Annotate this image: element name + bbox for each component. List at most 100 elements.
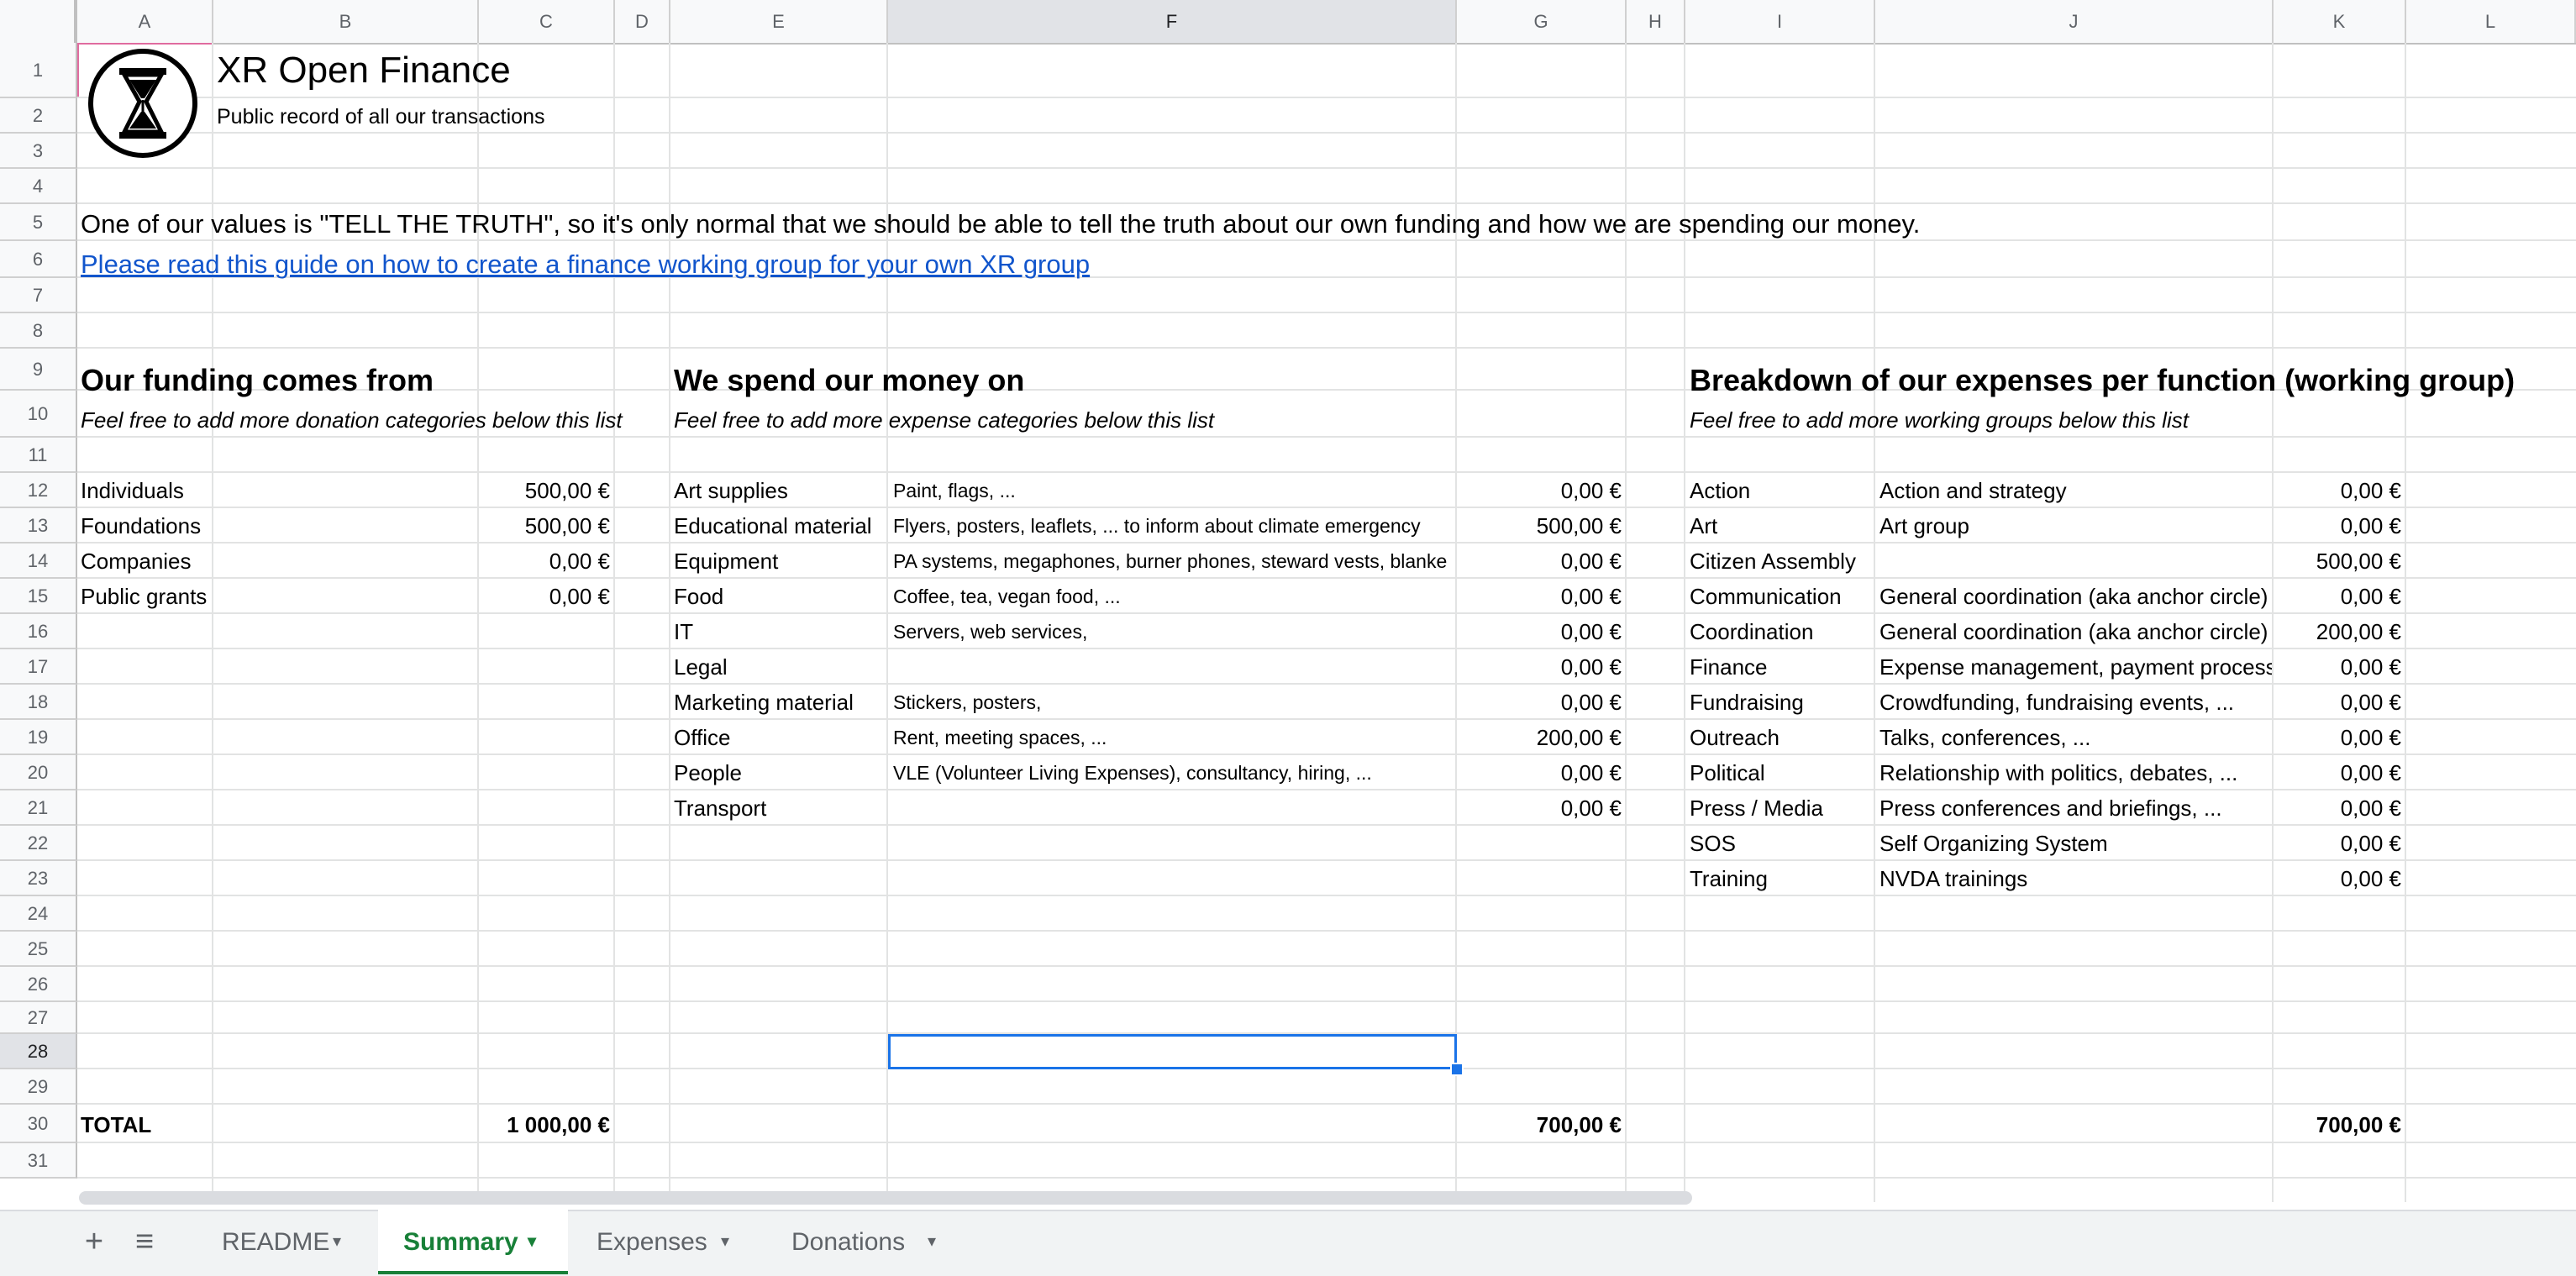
funding-total: 1 000,00 € (507, 1112, 610, 1137)
active-cell-f28[interactable] (888, 1034, 1457, 1069)
column-header-a[interactable]: A (77, 0, 213, 43)
expense-amount: 200,00 € (1536, 725, 1622, 750)
working-group-description: Action and strategy (1879, 478, 2067, 503)
row-header-12[interactable]: 12 (0, 473, 77, 508)
row-header-4[interactable]: 4 (0, 169, 77, 204)
row-header-29[interactable]: 29 (0, 1069, 77, 1105)
finance-guide-link[interactable]: Please read this guide on how to create … (81, 248, 1257, 281)
add-sheet-icon[interactable]: + (76, 1210, 113, 1274)
sheet-title: XR Open Finance (217, 50, 511, 91)
column-header-l[interactable]: L (2406, 0, 2576, 43)
row-header-30[interactable]: 30 (0, 1105, 77, 1143)
row-header-11[interactable]: 11 (0, 438, 77, 473)
total-label: TOTAL (81, 1112, 152, 1137)
working-group-amount: 0,00 € (2340, 690, 2401, 715)
row-header-26[interactable]: 26 (0, 967, 77, 1002)
sheet-tab-label: Expenses (597, 1228, 707, 1256)
funding-category: Companies (81, 549, 192, 574)
column-header-j[interactable]: J (1875, 0, 2274, 43)
working-group: Action (1690, 478, 1751, 503)
column-header-d[interactable]: D (615, 0, 670, 43)
row-header-1[interactable]: 1 (0, 43, 77, 98)
spending-note: Feel free to add more expense categories… (674, 407, 1215, 433)
row-header-27[interactable]: 27 (0, 1002, 77, 1034)
row-header-5[interactable]: 5 (0, 204, 77, 241)
working-group: Political (1690, 760, 1765, 785)
row-header-7[interactable]: 7 (0, 278, 77, 313)
working-group-amount: 200,00 € (2316, 619, 2401, 644)
row-header-14[interactable]: 14 (0, 543, 77, 579)
working-group-description: Expense management, payment process (1879, 654, 2272, 680)
funding-note: Feel free to add more donation categorie… (81, 407, 623, 433)
sheet-subtitle: Public record of all our transactions (217, 105, 545, 129)
gridline-row (77, 471, 2576, 473)
column-header-h[interactable]: H (1627, 0, 1685, 43)
working-group: Training (1690, 866, 1768, 891)
working-group-description: Talks, conferences, ... (1879, 725, 2091, 750)
horizontal-scrollbar[interactable] (79, 1191, 1692, 1205)
row-header-15[interactable]: 15 (0, 579, 77, 614)
row-header-22[interactable]: 22 (0, 826, 77, 861)
row-header-10[interactable]: 10 (0, 391, 77, 438)
row-header-17[interactable]: 17 (0, 649, 77, 685)
expense-category: Food (674, 584, 724, 609)
fill-handle[interactable] (1450, 1063, 1464, 1076)
column-header-k[interactable]: K (2274, 0, 2406, 43)
expense-amount: 0,00 € (1560, 549, 1622, 574)
sheet-tab-readme[interactable]: README ▾ (197, 1210, 373, 1274)
column-header-f[interactable]: F (888, 0, 1457, 43)
row-header-21[interactable]: 21 (0, 790, 77, 826)
sheet-tab-summary[interactable]: Summary ▾ (378, 1210, 568, 1274)
chevron-down-icon[interactable]: ▾ (721, 1210, 729, 1274)
finance-guide-link-text[interactable]: Please read this guide on how to create … (81, 249, 1090, 279)
row-header-23[interactable]: 23 (0, 861, 77, 896)
row-header-19[interactable]: 19 (0, 720, 77, 755)
chevron-down-icon[interactable]: ▾ (528, 1210, 536, 1274)
funding-category: Individuals (81, 478, 184, 503)
column-header-c[interactable]: C (479, 0, 615, 43)
row-header-8[interactable]: 8 (0, 313, 77, 349)
row-header-18[interactable]: 18 (0, 685, 77, 720)
sheet-tab-label: Donations (791, 1228, 906, 1256)
chevron-down-icon[interactable]: ▾ (333, 1210, 341, 1274)
gridline-row (77, 202, 2576, 204)
sheet-tab-donations[interactable]: Donations ▾ (766, 1210, 968, 1274)
expense-amount: 0,00 € (1560, 584, 1622, 609)
funding-amount: 500,00 € (524, 478, 610, 503)
working-group: Communication (1690, 584, 1842, 609)
row-header-20[interactable]: 20 (0, 755, 77, 790)
row-header-3[interactable]: 3 (0, 134, 77, 169)
breakdown-note: Feel free to add more working groups bel… (1690, 407, 2189, 433)
row-header-31[interactable]: 31 (0, 1143, 77, 1179)
column-header-i[interactable]: I (1685, 0, 1875, 43)
column-header-b[interactable]: B (213, 0, 479, 43)
working-group-amount: 0,00 € (2340, 584, 2401, 609)
expense-category: People (674, 760, 742, 785)
expense-amount: 0,00 € (1560, 654, 1622, 680)
gridline-row (77, 97, 2576, 98)
row-header-25[interactable]: 25 (0, 932, 77, 967)
funding-amount: 0,00 € (549, 584, 610, 609)
chevron-down-icon[interactable]: ▾ (928, 1210, 936, 1274)
row-header-28[interactable]: 28 (0, 1034, 77, 1069)
expense-description: Servers, web services, (893, 621, 1088, 643)
working-group: Finance (1690, 654, 1768, 680)
working-group-description: Press conferences and briefings, ... (1879, 796, 2222, 821)
row-header-16[interactable]: 16 (0, 614, 77, 649)
row-header-24[interactable]: 24 (0, 896, 77, 932)
row-header-9[interactable]: 9 (0, 349, 77, 391)
expense-amount: 0,00 € (1560, 690, 1622, 715)
select-all-corner[interactable] (0, 0, 77, 43)
sheet-tab-label: Summary (403, 1228, 518, 1256)
column-header-g[interactable]: G (1457, 0, 1627, 43)
row-header-6[interactable]: 6 (0, 241, 77, 278)
all-sheets-list-icon[interactable]: ≡ (126, 1210, 163, 1274)
working-group-description: Crowdfunding, fundraising events, ... (1879, 690, 2235, 715)
funding-category: Public grants (81, 584, 208, 609)
row-header-2[interactable]: 2 (0, 98, 77, 134)
column-header-e[interactable]: E (670, 0, 888, 43)
row-header-13[interactable]: 13 (0, 508, 77, 543)
sheet-tab-expenses[interactable]: Expenses ▾ (571, 1210, 761, 1274)
working-group-amount: 0,00 € (2340, 478, 2401, 503)
expense-amount: 0,00 € (1560, 796, 1622, 821)
